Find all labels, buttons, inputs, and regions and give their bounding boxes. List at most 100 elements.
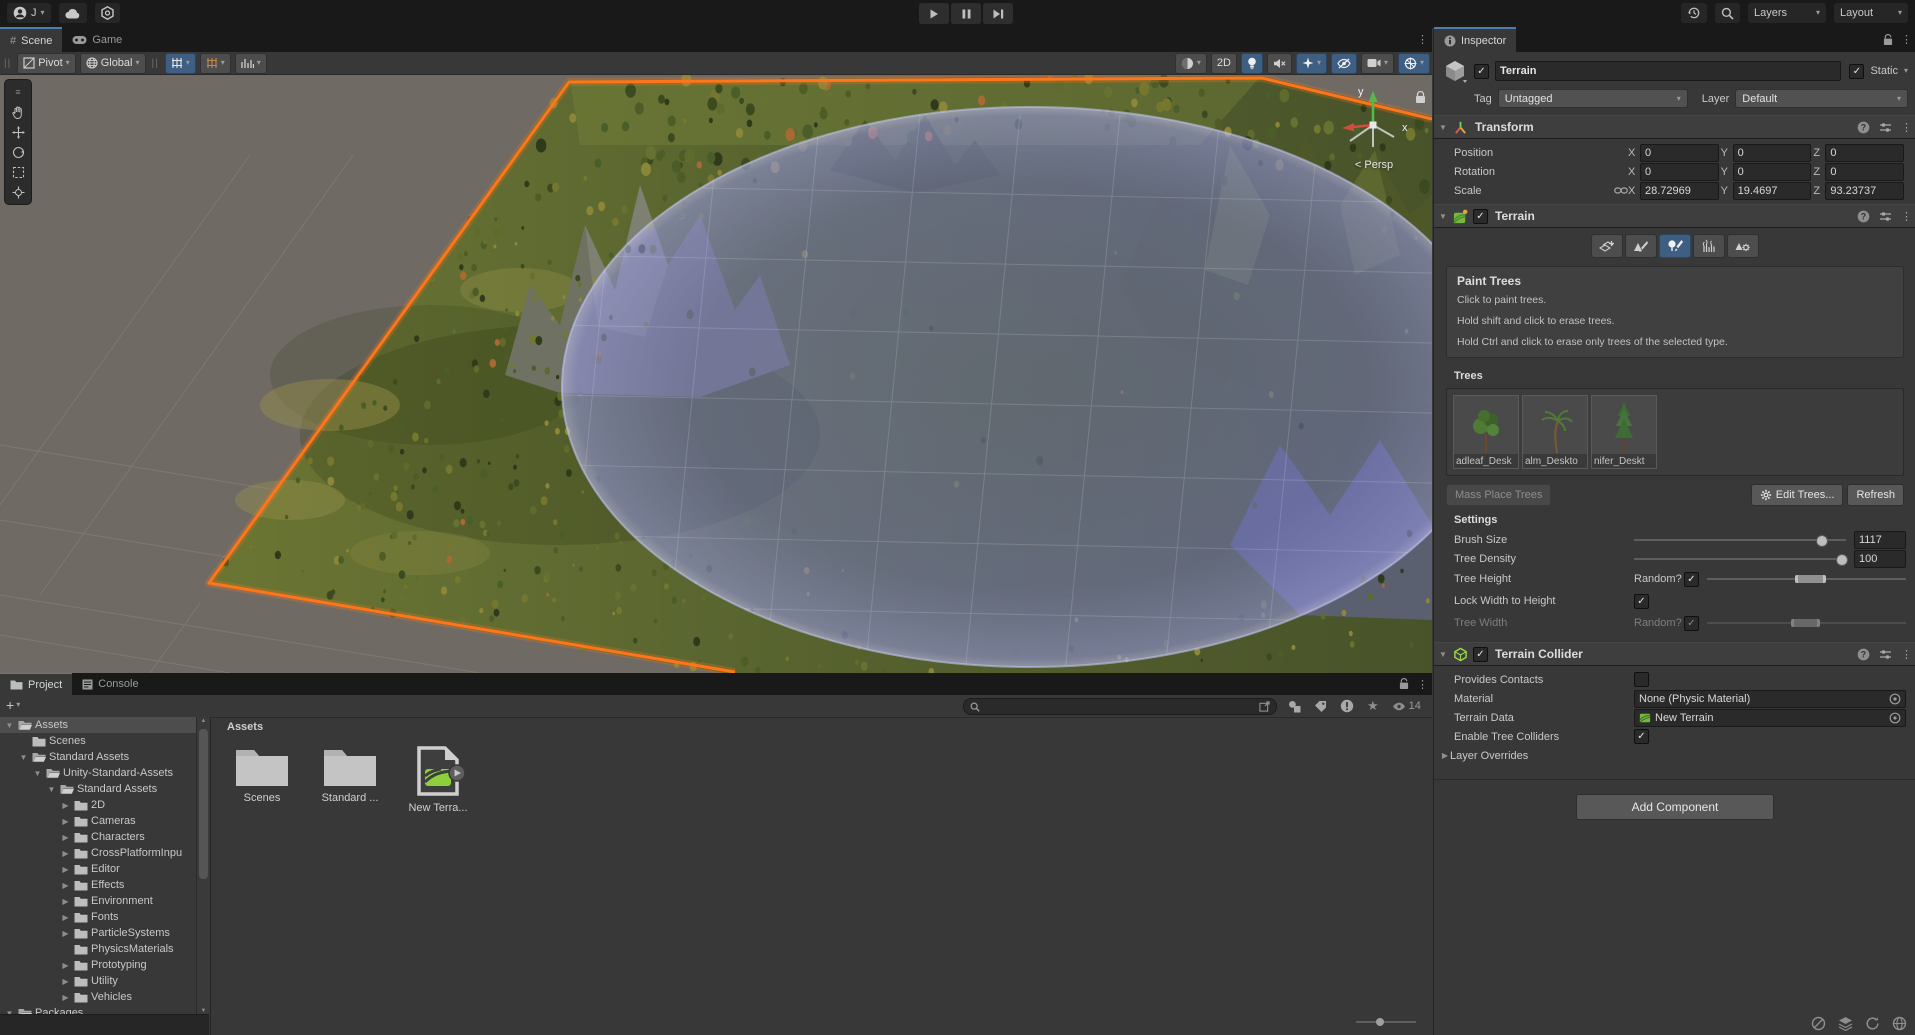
folder-tree-item-prototyping[interactable]: ▶Prototyping	[0, 957, 196, 973]
position-x-field[interactable]: 0	[1640, 144, 1719, 162]
snap-increment-toggle[interactable]: ▾	[200, 53, 231, 74]
folder-tree-item-particlesystems[interactable]: ▶ParticleSystems	[0, 925, 196, 941]
search-in-icon[interactable]	[1259, 701, 1270, 712]
shading-mode-dropdown[interactable]: ▾	[1175, 53, 1207, 74]
terrain-enabled-checkbox[interactable]: ✓	[1473, 209, 1488, 224]
add-component-button[interactable]: Add Component	[1576, 794, 1774, 820]
tree-height-random-checkbox[interactable]: ✓	[1684, 572, 1699, 587]
move-tool-button[interactable]	[5, 122, 31, 142]
tree-prototype[interactable]: alm_Deskto	[1522, 395, 1588, 469]
foldout-icon[interactable]: ▼	[32, 769, 43, 778]
link-constrain-icon[interactable]	[1614, 186, 1628, 195]
foldout-icon[interactable]: ▼	[1438, 123, 1448, 132]
foldout-icon[interactable]: ▶	[60, 881, 71, 890]
y-axis-cone[interactable]	[1369, 91, 1378, 102]
layout-dropdown[interactable]: Layout ▾	[1834, 3, 1908, 23]
play-button[interactable]	[919, 3, 949, 24]
folder-tree-item-environment[interactable]: ▶Environment	[0, 893, 196, 909]
view-tool-button[interactable]	[5, 102, 31, 122]
transform-tool-button[interactable]	[5, 182, 31, 202]
panel-menu-icon[interactable]: ⋮	[1901, 33, 1912, 46]
project-search-input[interactable]	[963, 698, 1277, 715]
status-refresh-icon[interactable]	[1865, 1016, 1880, 1031]
edit-trees-button[interactable]: Edit Trees...	[1751, 484, 1844, 506]
brush-size-field[interactable]: 1117	[1854, 531, 1906, 549]
tab-inspector[interactable]: Inspector	[1434, 27, 1516, 52]
step-button[interactable]	[983, 3, 1013, 24]
refresh-button[interactable]: Refresh	[1847, 484, 1904, 506]
paint-trees-tool[interactable]	[1659, 234, 1691, 258]
effects-dropdown[interactable]: ▾	[1296, 53, 1327, 74]
pause-button[interactable]	[951, 3, 981, 24]
foldout-icon[interactable]: ▶	[60, 833, 71, 842]
panel-menu-icon[interactable]: ⋮	[1417, 678, 1428, 691]
hidden-objects-toggle[interactable]	[1331, 53, 1357, 74]
foldout-icon[interactable]: ▼	[1438, 212, 1448, 221]
rotate-tool-button[interactable]	[5, 142, 31, 162]
component-menu-icon[interactable]: ⋮	[1901, 648, 1912, 661]
folder-tree-item-unity-standard-assets[interactable]: ▼Unity-Standard-Assets	[0, 765, 196, 781]
filter-by-type-icon[interactable]	[1288, 700, 1301, 713]
help-icon[interactable]: ?	[1857, 121, 1870, 134]
foldout-icon[interactable]: ▶	[60, 961, 71, 970]
foldout-icon[interactable]: ▼	[4, 721, 15, 730]
status-network-icon[interactable]	[1892, 1016, 1907, 1031]
lighting-toggle[interactable]	[1241, 53, 1263, 74]
foldout-icon[interactable]: ▼	[1438, 650, 1448, 659]
asset-item-scenes[interactable]: Scenes	[225, 745, 299, 814]
scroll-up-arrow[interactable]: ▲	[197, 718, 210, 724]
provides-contacts-checkbox[interactable]: ✓	[1634, 672, 1649, 687]
overlay-drag-handle[interactable]: ||	[152, 58, 159, 69]
folder-tree-item-scenes[interactable]: Scenes	[0, 733, 196, 749]
foldout-icon[interactable]: ▶	[60, 817, 71, 826]
help-icon[interactable]: ?	[1857, 210, 1870, 223]
active-checkbox[interactable]: ✓	[1474, 64, 1489, 79]
object-picker-icon[interactable]	[1889, 693, 1901, 705]
audio-mute-toggle[interactable]	[1267, 53, 1292, 74]
folder-tree-item-vehicles[interactable]: ▶Vehicles	[0, 989, 196, 1005]
gameobject-cube-icon[interactable]	[1442, 58, 1468, 84]
terrain-component-header[interactable]: ▼ ✓ Terrain ? ⋮	[1434, 204, 1915, 228]
layer-dropdown[interactable]: Default▾	[1735, 89, 1908, 108]
tab-scene[interactable]: # Scene	[0, 27, 62, 52]
paint-terrain-tool[interactable]	[1625, 234, 1657, 258]
component-menu-icon[interactable]: ⋮	[1901, 210, 1912, 223]
material-object-field[interactable]: None (Physic Material)	[1634, 690, 1906, 708]
global-dropdown[interactable]: Global▾	[80, 53, 146, 74]
tab-console[interactable]: Console	[72, 673, 148, 695]
tree-height-range-slider[interactable]	[1707, 571, 1906, 587]
asset-item-new-terra-[interactable]: New Terra...	[401, 745, 475, 814]
folder-tree-item-assets[interactable]: ▼Assets	[0, 717, 196, 733]
foldout-icon[interactable]: ▼	[18, 753, 29, 762]
terrain-collider-header[interactable]: ▼ ✓ Terrain Collider ? ⋮	[1434, 642, 1915, 666]
scale-z-field[interactable]: 93.23737	[1825, 182, 1904, 200]
foldout-icon[interactable]: ▶	[60, 849, 71, 858]
filter-by-label-icon[interactable]	[1314, 700, 1327, 713]
folder-tree-item-standard-assets[interactable]: ▼Standard Assets	[0, 781, 196, 797]
object-picker-icon[interactable]	[1889, 712, 1901, 724]
gizmos-dropdown[interactable]: ▾	[1398, 53, 1430, 74]
terrain-settings-tool[interactable]	[1727, 234, 1759, 258]
pivot-dropdown[interactable]: Pivot▾	[17, 53, 75, 74]
folder-tree-item-editor[interactable]: ▶Editor	[0, 861, 196, 877]
tree-prototype[interactable]: adleaf_Desk	[1453, 395, 1519, 469]
scroll-thumb[interactable]	[199, 729, 208, 879]
rotation-z-field[interactable]: 0	[1825, 163, 1904, 181]
static-checkbox[interactable]: ✓	[1849, 64, 1864, 79]
object-name-field[interactable]: Terrain	[1495, 61, 1841, 81]
2d-toggle[interactable]: 2D	[1211, 53, 1237, 74]
scale-y-field[interactable]: 19.4697	[1733, 182, 1812, 200]
transform-component-header[interactable]: ▼ Transform ? ⋮	[1434, 115, 1915, 139]
folder-tree-item-physicsmaterials[interactable]: PhysicsMaterials	[0, 941, 196, 957]
asset-item-standard-[interactable]: Standard ...	[313, 745, 387, 814]
create-asset-button[interactable]: +	[6, 698, 14, 712]
foldout-icon[interactable]: ▶	[1440, 751, 1450, 760]
tree-scrollbar[interactable]: ▲ ▼	[196, 717, 210, 1015]
panel-menu-icon[interactable]: ⋮	[1417, 33, 1428, 46]
tree-prototype[interactable]: nifer_Deskt	[1591, 395, 1657, 469]
lock-icon[interactable]	[1883, 34, 1893, 46]
folder-tree-item-standard-assets[interactable]: ▼Standard Assets	[0, 749, 196, 765]
layer-overrides-label[interactable]: Layer Overrides	[1450, 750, 1528, 762]
rotation-x-field[interactable]: 0	[1640, 163, 1719, 181]
enable-tree-colliders-checkbox[interactable]: ✓	[1634, 729, 1649, 744]
